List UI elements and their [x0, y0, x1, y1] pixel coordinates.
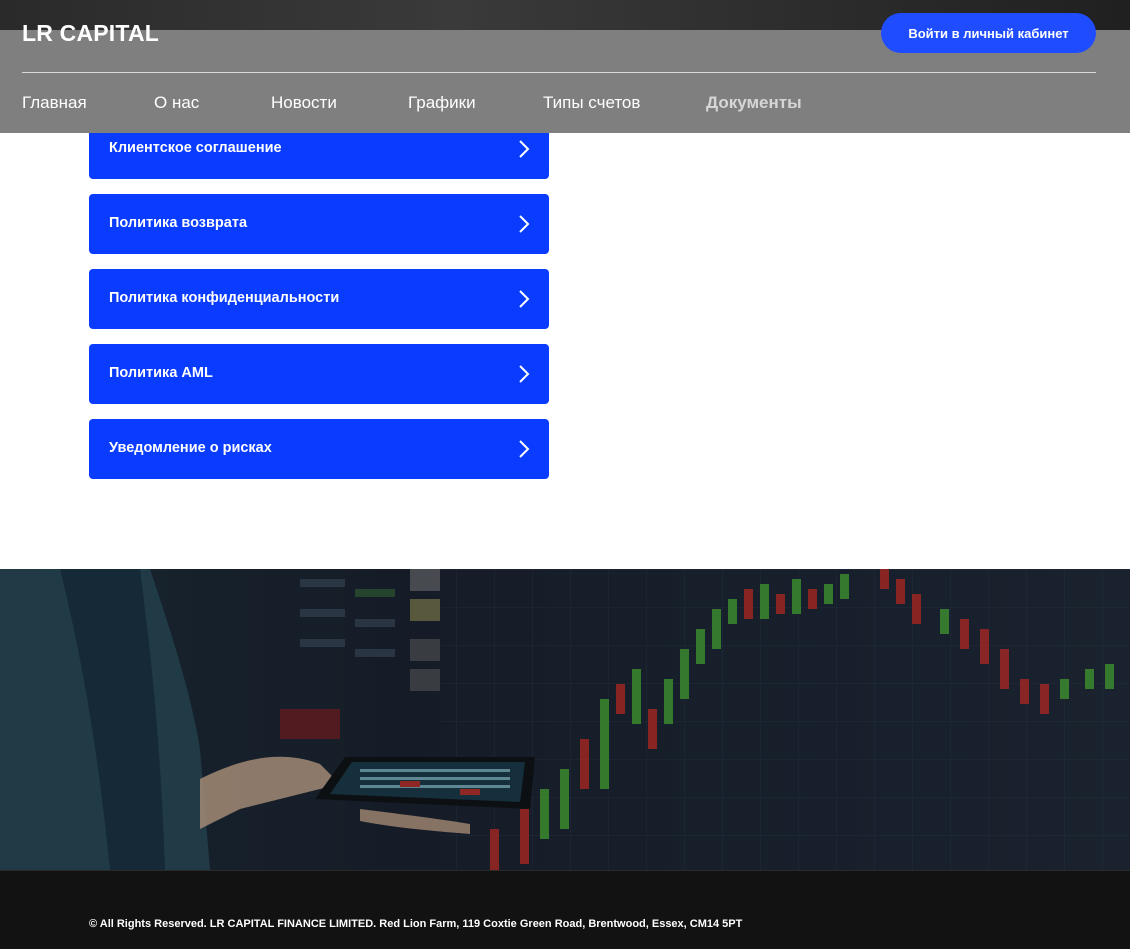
document-label: Уведомление о рисках: [109, 440, 272, 456]
footer-copyright: © All Rights Reserved. LR CAPITAL FINANC…: [89, 918, 743, 930]
site-header: LR CAPITAL Войти в личный кабинет Главна…: [0, 0, 1130, 133]
chevron-right-icon: [519, 365, 530, 383]
nav-item-account-types[interactable]: Типы счетов: [543, 93, 640, 113]
nav-item-documents[interactable]: Документы: [706, 93, 802, 113]
page: LR CAPITAL Войти в личный кабинет Главна…: [0, 0, 1130, 949]
trading-illustration: [0, 569, 1130, 870]
document-label: Клиентское соглашение: [109, 140, 282, 156]
document-privacy-policy[interactable]: Политика конфиденциальности: [89, 269, 549, 329]
document-label: Политика возврата: [109, 215, 248, 231]
nav-item-about[interactable]: О нас: [154, 93, 199, 113]
chevron-right-icon: [519, 140, 530, 158]
login-button[interactable]: Войти в личный кабинет: [881, 13, 1096, 53]
site-logo[interactable]: LR CAPITAL: [22, 20, 159, 47]
header-divider: [22, 72, 1096, 73]
document-label: Политика конфиденциальности: [109, 290, 340, 306]
site-footer: © All Rights Reserved. LR CAPITAL FINANC…: [0, 870, 1130, 949]
chevron-right-icon: [519, 215, 530, 233]
document-aml-policy[interactable]: Политика AML: [89, 344, 549, 404]
chevron-right-icon: [519, 290, 530, 308]
document-list: Клиентское соглашение Политика возврата …: [89, 119, 549, 494]
document-label: Политика AML: [109, 365, 213, 381]
nav-item-news[interactable]: Новости: [271, 93, 337, 113]
chevron-right-icon: [519, 440, 530, 458]
nav-item-charts[interactable]: Графики: [408, 93, 476, 113]
document-refund-policy[interactable]: Политика возврата: [89, 194, 549, 254]
document-risk-disclosure[interactable]: Уведомление о рисках: [89, 419, 549, 479]
trading-banner-image: [0, 569, 1130, 870]
nav-item-home[interactable]: Главная: [22, 93, 87, 113]
